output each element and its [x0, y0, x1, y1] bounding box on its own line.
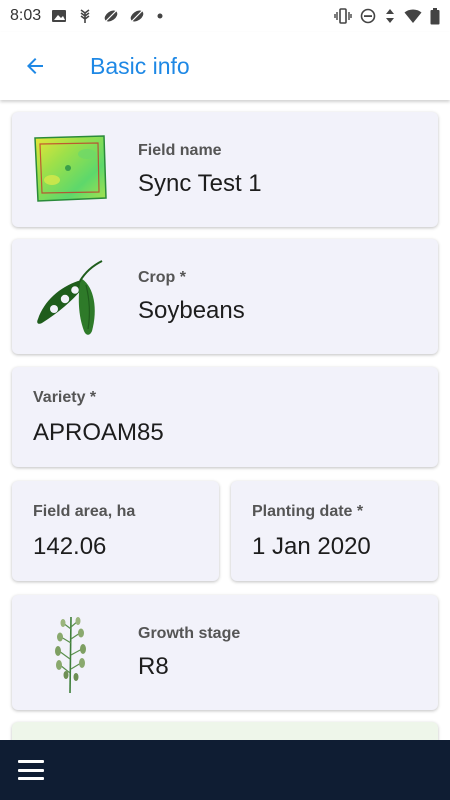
crop-value: Soybeans [138, 297, 245, 324]
bottom-bar [0, 740, 450, 800]
field-name-value: Sync Test 1 [138, 170, 262, 197]
vibrate-icon [334, 8, 352, 24]
variety-card[interactable]: Variety * APROAM85 [12, 367, 438, 467]
arrow-back-icon [27, 58, 43, 74]
growth-stage-label: Growth stage [138, 625, 241, 642]
leaf-icon [103, 8, 119, 24]
wheat-icon [77, 8, 93, 24]
growth-stage-card[interactable]: Growth stage R8 [12, 595, 438, 710]
crop-label: Crop * [138, 269, 186, 286]
image-icon [51, 8, 67, 24]
field-area-label: Field area, ha [33, 503, 136, 520]
app-bar: Basic info [0, 32, 450, 100]
main-content: Field name Sync Test 1 Crop * Soybeans V… [0, 100, 450, 740]
back-button[interactable] [0, 32, 70, 100]
field-name-card[interactable]: Field name Sync Test 1 [12, 112, 438, 227]
planting-date-value: 1 Jan 2020 [252, 533, 371, 560]
field-map-icon [32, 134, 108, 209]
soybean-pod-icon [34, 257, 106, 342]
do-not-disturb-icon [360, 8, 376, 24]
status-bar: 8:03 [0, 0, 450, 32]
battery-icon [430, 7, 440, 25]
dot-icon [155, 11, 165, 21]
growth-stage-value: R8 [138, 653, 169, 680]
field-area-card[interactable]: Field area, ha 142.06 [12, 481, 219, 581]
variety-label: Variety * [33, 389, 97, 406]
wifi-icon [404, 8, 422, 24]
hamburger-menu-icon[interactable] [18, 760, 44, 780]
planting-date-label: Planting date * [252, 503, 364, 520]
leaf-icon [129, 8, 145, 24]
status-time: 8:03 [10, 7, 42, 24]
page-title: Basic info [90, 52, 190, 79]
field-area-value: 142.06 [33, 533, 107, 560]
planting-date-card[interactable]: Planting date * 1 Jan 2020 [231, 481, 438, 581]
field-name-label: Field name [138, 142, 222, 159]
data-arrows-icon [384, 8, 396, 24]
crop-card[interactable]: Crop * Soybeans [12, 239, 438, 354]
variety-value: APROAM85 [33, 419, 164, 446]
next-card-partial[interactable] [12, 722, 438, 740]
plant-stage-icon [50, 613, 90, 700]
